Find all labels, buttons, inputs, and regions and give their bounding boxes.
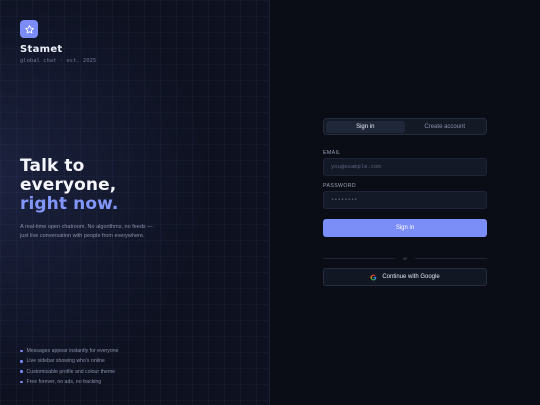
feature-list: Messages appear instantly for everyone L… xyxy=(20,346,119,387)
hero-intro: A real-time open chatroom. No algorithms… xyxy=(20,224,153,239)
bullet-icon xyxy=(20,380,23,384)
tab-sign-in[interactable]: Sign in xyxy=(325,120,405,133)
feature-item: Free forever, no ads, no tracking xyxy=(20,377,119,387)
feature-item: Messages appear instantly for everyone xyxy=(20,346,119,356)
email-field[interactable]: you@example.com xyxy=(323,158,487,176)
password-label: PASSWORD xyxy=(323,183,357,189)
auth-tabs: Sign in Create account xyxy=(323,118,487,135)
google-icon xyxy=(370,274,377,281)
continue-with-google-button[interactable]: Continue with Google xyxy=(323,268,487,286)
brand-name: Stamet xyxy=(20,44,63,55)
sign-in-button[interactable]: Sign in xyxy=(323,219,487,237)
google-button-label: Continue with Google xyxy=(382,274,440,280)
intro-panel: Stamet global chat · est. 2025 Talk to e… xyxy=(0,0,269,405)
tab-create-account[interactable]: Create account xyxy=(405,121,485,133)
password-field[interactable]: •••••••• xyxy=(323,191,487,209)
or-text: or xyxy=(403,255,408,261)
hero-headline: Talk to everyone, right now. xyxy=(20,157,118,214)
star-icon xyxy=(24,24,34,33)
auth-panel: Sign in Create account EMAIL you@example… xyxy=(270,0,540,405)
email-label: EMAIL xyxy=(323,150,341,156)
bullet-icon xyxy=(20,370,23,373)
password-placeholder: •••••••• xyxy=(331,197,358,203)
feature-item: Live sidebar showing who's online xyxy=(20,356,119,366)
bullet-icon xyxy=(20,349,23,353)
email-placeholder: you@example.com xyxy=(331,164,381,170)
headline-line-1: Talk to xyxy=(20,156,85,176)
feature-item: Customisable profile and colour theme xyxy=(20,367,119,377)
bullet-icon xyxy=(20,360,23,363)
headline-line-2: everyone, xyxy=(20,175,117,195)
headline-accent: right now. xyxy=(20,194,119,214)
logo xyxy=(20,20,38,38)
or-divider: or xyxy=(323,254,488,262)
brand-tagline: global chat · est. 2025 xyxy=(20,58,97,64)
